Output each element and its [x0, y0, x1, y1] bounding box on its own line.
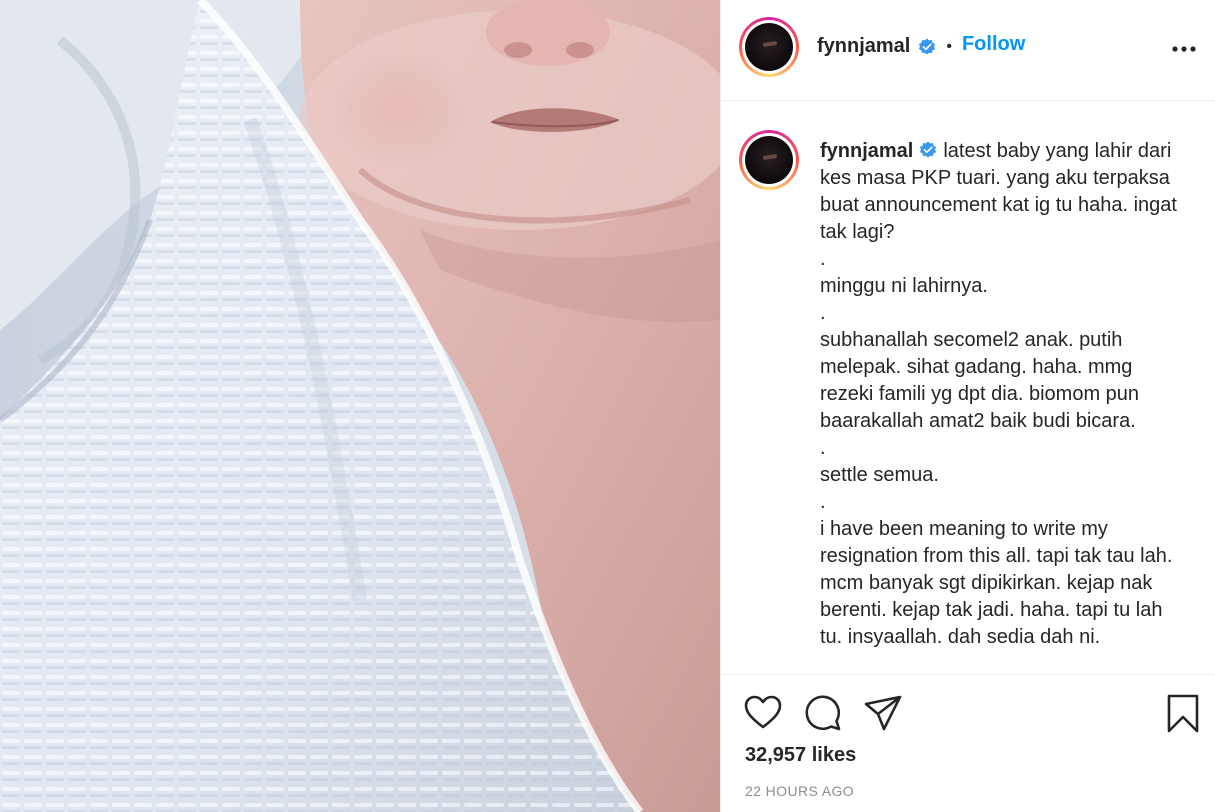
caption-line: fynnjamal latest baby yang lahir dari ke…	[820, 138, 1190, 246]
post-photo[interactable]	[0, 0, 720, 812]
caption-username[interactable]: fynnjamal	[820, 140, 913, 162]
avatar-image	[745, 23, 793, 71]
instagram-post: fynnjamal • Follow fynnjamal latest baby…	[0, 0, 1215, 812]
bookmark-icon[interactable]	[1163, 693, 1203, 733]
caption-line: i have been meaning to write my resignat…	[820, 518, 1173, 648]
post-caption: fynnjamal latest baby yang lahir dari ke…	[820, 138, 1190, 651]
post-timestamp[interactable]: 22 HOURS AGO	[745, 783, 854, 799]
caption-line: .	[820, 491, 826, 513]
avatar-image	[745, 136, 793, 184]
like-count[interactable]: 32,957 likes	[745, 744, 856, 767]
caption-line: minggu ni lahirnya.	[820, 275, 988, 297]
post-header: fynnjamal • Follow	[721, 0, 1215, 101]
caption-section: fynnjamal latest baby yang lahir dari ke…	[721, 101, 1215, 675]
author-avatar[interactable]	[739, 17, 799, 77]
more-options-icon[interactable]	[1171, 38, 1197, 58]
heart-icon[interactable]	[743, 693, 783, 733]
caption-line: .	[820, 302, 826, 324]
verified-badge-icon	[920, 141, 937, 158]
post-actions: 32,957 likes 22 HOURS AGO	[721, 675, 1215, 812]
caption-line: .	[820, 437, 826, 459]
post-side-panel: fynnjamal • Follow fynnjamal latest baby…	[720, 0, 1215, 812]
header-username[interactable]: fynnjamal	[817, 35, 910, 58]
verified-badge-icon	[919, 37, 936, 55]
header-user-row: fynnjamal • Follow	[817, 33, 1025, 58]
follow-button[interactable]: Follow	[962, 33, 1025, 56]
paper-plane-icon[interactable]	[863, 693, 903, 733]
baby-photo-image	[0, 0, 720, 812]
caption-line: .	[820, 248, 826, 270]
caption-line: settle semua.	[820, 464, 939, 486]
caption-author-avatar[interactable]	[739, 130, 799, 190]
caption-line: subhanallah secomel2 anak. putih melepak…	[820, 329, 1140, 432]
comment-bubble-icon[interactable]	[803, 693, 843, 733]
header-separator: •	[946, 37, 952, 55]
